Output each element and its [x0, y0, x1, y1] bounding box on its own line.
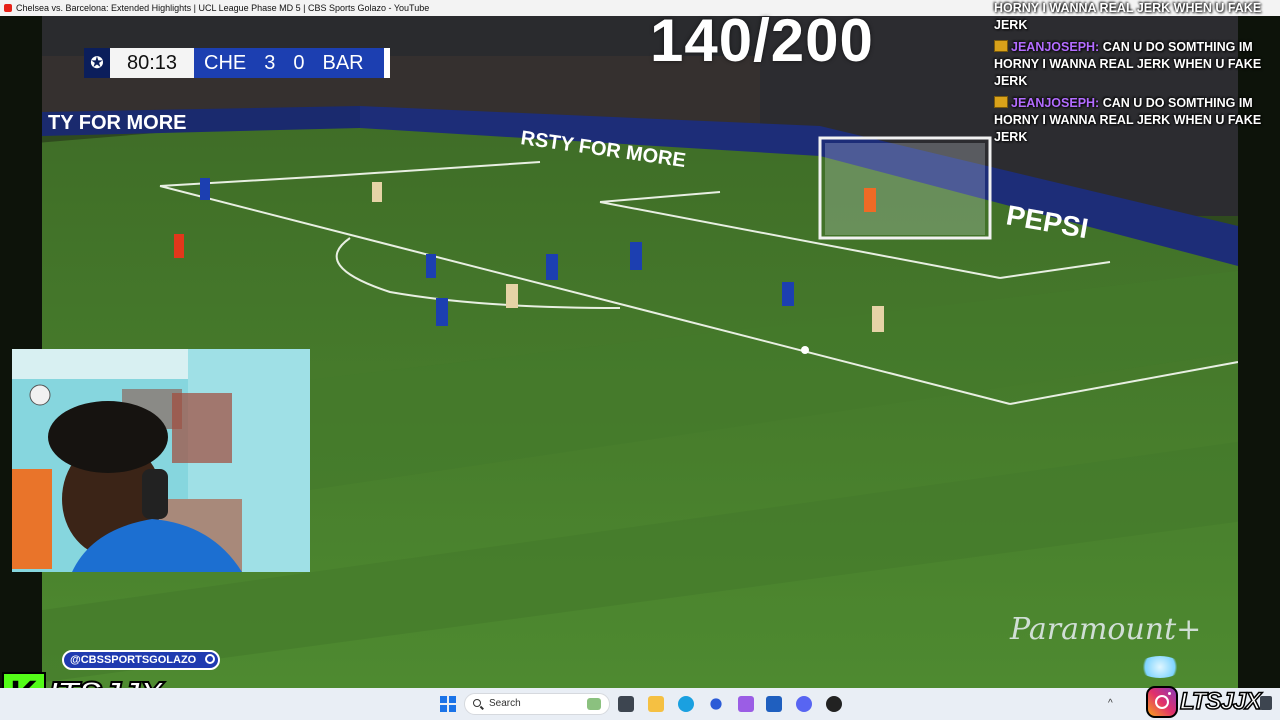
- gaming-app-icon[interactable]: [738, 696, 754, 712]
- edge-browser-icon[interactable]: [678, 696, 694, 712]
- windows-start-icon[interactable]: [440, 696, 456, 712]
- scoreboard: ✪ 80:13 CHE 3 0 BAR: [84, 48, 390, 78]
- search-highlight-icon: [587, 698, 601, 710]
- ad-text-left: TY FOR MORE: [48, 112, 187, 134]
- search-placeholder: Search: [489, 698, 521, 709]
- instagram-handle: LTSJJX: [1179, 687, 1262, 716]
- file-explorer-icon[interactable]: [648, 696, 664, 712]
- stream-chat: HORNY I WANNA REAL JERK WHEN U FAKE JERK…: [994, 0, 1278, 151]
- orange-cloth: [12, 469, 52, 569]
- discord-icon[interactable]: [796, 696, 812, 712]
- task-view-icon[interactable]: [618, 696, 634, 712]
- chat-username: JEANJOSEPH:: [1011, 40, 1100, 54]
- youtube-icon: [4, 4, 12, 12]
- search-icon: [473, 699, 481, 707]
- goal-counter: 140/200: [650, 7, 874, 74]
- tray-overflow-chevron-icon[interactable]: ^: [1108, 698, 1113, 709]
- home-team: CHE: [204, 51, 247, 74]
- taskbar: [0, 688, 1280, 720]
- away-score: 0: [293, 51, 305, 74]
- window-title: Chelsea vs. Barcelona: Extended Highligh…: [16, 3, 430, 13]
- channel-handle-tag: @CBSSPORTSGOLAZO: [62, 650, 221, 670]
- instagram-icon: [1146, 686, 1178, 718]
- webcam-scene: [12, 349, 310, 572]
- wall-clock-icon: [29, 384, 51, 406]
- copilot-icon[interactable]: [710, 698, 722, 710]
- home-score: 3: [264, 51, 276, 74]
- taskbar-search[interactable]: Search: [464, 693, 610, 715]
- webcam-overlay: [12, 349, 310, 572]
- paramount-watermark: Paramount+: [1010, 612, 1202, 647]
- ball: [801, 346, 809, 354]
- chat-username: JEANJOSEPH:: [1011, 96, 1100, 110]
- decorative-sparkle-icon: [1138, 656, 1182, 678]
- subscriber-badge-icon: [994, 40, 1008, 52]
- away-team: BAR: [322, 51, 364, 74]
- tray-app-icon[interactable]: [1260, 696, 1272, 710]
- score-teams: CHE 3 0 BAR: [194, 48, 384, 78]
- subscriber-badge-icon: [994, 96, 1008, 108]
- channel-logo-icon: [205, 654, 216, 664]
- scoreboard-tail: [384, 48, 390, 78]
- champions-league-icon: ✪: [84, 48, 110, 78]
- channel-handle: @CBSSPORTSGOLAZO: [70, 654, 197, 666]
- chat-message: JEANJOSEPH: CAN U DO SOMTHING IM HORNY I…: [994, 95, 1278, 146]
- instagram-branding: LTSJJX: [1142, 682, 1262, 720]
- match-clock: 80:13: [110, 48, 194, 78]
- streamer-hair: [48, 401, 168, 473]
- chat-message-partial: HORNY I WANNA REAL JERK WHEN U FAKE JERK: [994, 1, 1262, 32]
- obs-icon[interactable]: [826, 696, 842, 712]
- store-icon[interactable]: [766, 696, 782, 712]
- chat-message: JEANJOSEPH: CAN U DO SOMTHING IM HORNY I…: [994, 39, 1278, 90]
